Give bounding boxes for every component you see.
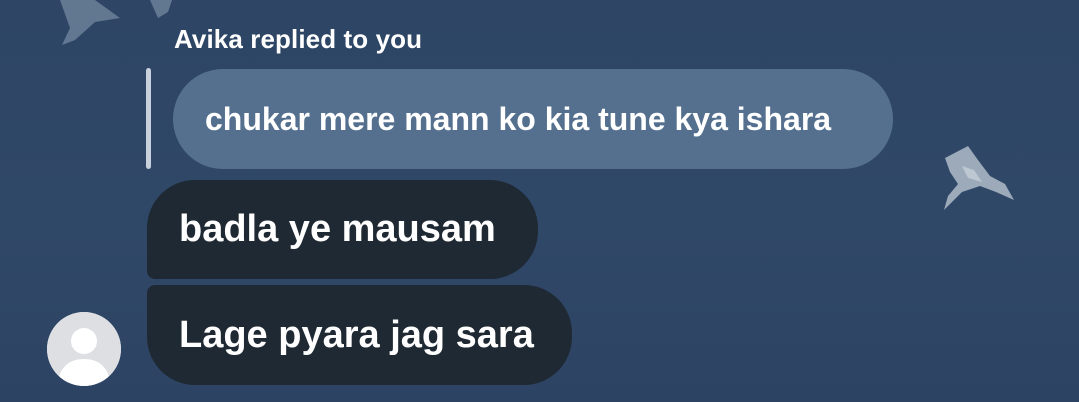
sender-avatar[interactable]	[47, 312, 121, 386]
reply-indicator-bar	[146, 68, 151, 169]
quoted-message-bubble[interactable]: chukar mere mann ko kia tune kya ishara	[173, 69, 893, 169]
bird-illustration-top-left	[60, 0, 172, 45]
message-bubble[interactable]: badla ye mausam	[147, 180, 538, 279]
message-bubble[interactable]: Lage pyara jag sara	[147, 285, 572, 385]
bird-illustration-right	[944, 146, 1014, 210]
reply-header: Avika replied to you	[174, 24, 423, 54]
default-user-avatar-icon	[47, 312, 121, 386]
